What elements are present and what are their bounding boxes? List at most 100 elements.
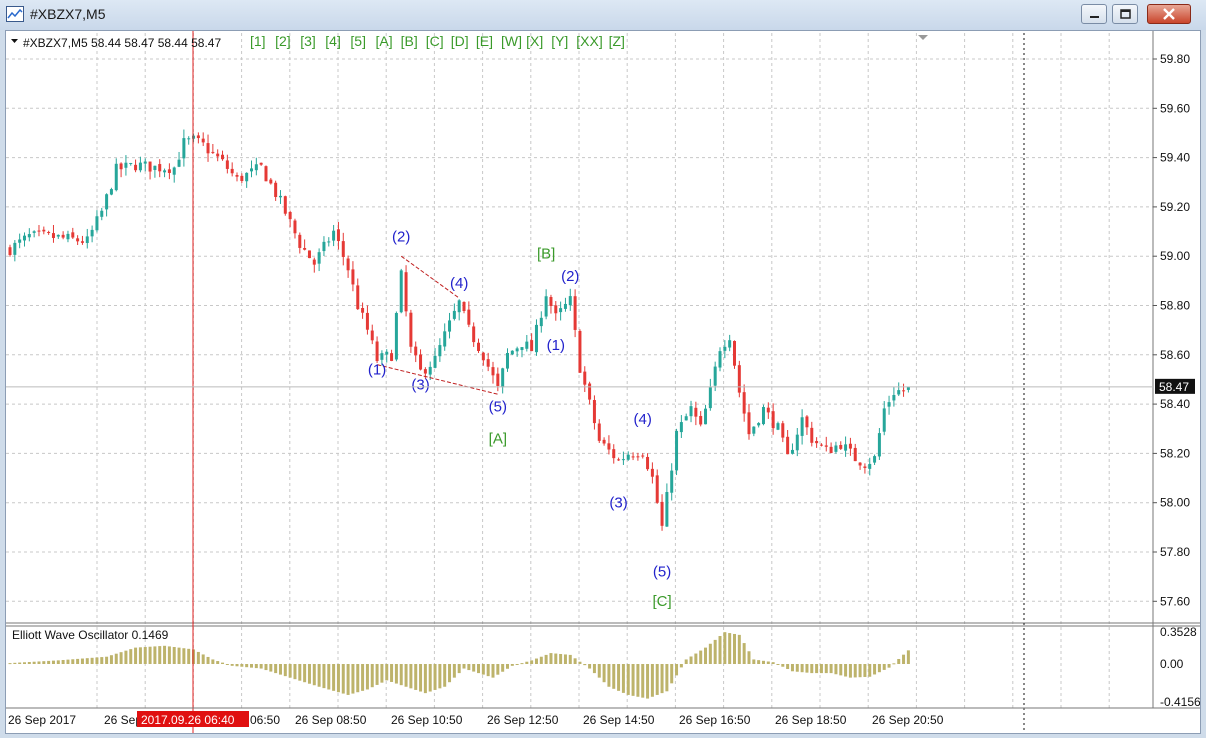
candle-body — [858, 462, 862, 466]
minimize-button[interactable] — [1081, 4, 1107, 24]
crosshair-date-marker: 2017.09.26 06:40 — [137, 711, 249, 727]
chart-vertical-grid — [96, 33, 1110, 708]
candle-body — [708, 387, 712, 409]
wave-button[interactable]: [X] — [526, 33, 543, 49]
candle-body — [187, 138, 191, 140]
wave-button[interactable]: [3] — [300, 33, 316, 49]
oscillator-bar — [423, 664, 427, 694]
oscillator-bar — [37, 661, 41, 664]
oscillator-bar — [356, 664, 360, 693]
dropdown-triangle-icon[interactable] — [11, 39, 18, 43]
candle-body — [409, 312, 413, 347]
candle-body — [361, 308, 365, 313]
candle-body — [221, 154, 225, 160]
wave-button[interactable]: [4] — [325, 33, 341, 49]
candle-body — [27, 234, 31, 238]
candle-body — [230, 168, 234, 174]
oscillator-bar — [167, 646, 171, 664]
candle-body — [95, 216, 99, 231]
oscillator-bar — [80, 658, 84, 664]
oscillator-bar — [815, 664, 819, 674]
candle-body — [163, 170, 167, 173]
candle-body — [90, 229, 94, 237]
candle-body — [863, 466, 867, 468]
oscillator-bar — [163, 645, 167, 664]
candle-body — [573, 296, 577, 330]
candlestick-series — [8, 129, 910, 531]
candle-body — [138, 162, 142, 171]
current-price-label: 58.47 — [1159, 380, 1189, 394]
wave-label: (2) — [392, 228, 410, 245]
oscillator-bar — [216, 661, 220, 664]
oscillator-bar — [742, 643, 746, 664]
candle-body — [404, 272, 408, 312]
oscillator-bar — [723, 632, 727, 664]
candle-body — [13, 242, 17, 255]
candle-body — [167, 169, 171, 173]
candle-body — [728, 340, 732, 348]
oscillator-bar — [124, 650, 128, 664]
wave-button[interactable]: [B] — [401, 33, 418, 49]
chart-window[interactable]: (2) (4) (1) (3) (5) [A] [B] (2) (1) (4) (3) (5) [C] … — [5, 30, 1201, 734]
oscillator-bar — [829, 664, 833, 674]
wave-button[interactable]: [2] — [275, 33, 291, 49]
candle-body — [848, 443, 852, 449]
candle-body — [761, 406, 765, 425]
oscillator-bar — [187, 648, 191, 664]
oscillator-bar — [728, 633, 732, 664]
candle-body — [211, 151, 215, 153]
candle-body — [887, 402, 891, 407]
wave-button[interactable]: [5] — [350, 33, 366, 49]
oscillator-bar — [332, 664, 336, 691]
window-titlebar[interactable]: #XBZX7,M5 — [0, 0, 1206, 30]
wave-button[interactable]: [W] — [501, 33, 522, 49]
candle-body — [752, 426, 756, 434]
candle-body — [699, 415, 703, 425]
restore-icon — [1120, 9, 1131, 19]
oscillator-bar — [718, 636, 722, 664]
candle-body — [544, 296, 548, 317]
oscillator-bar — [733, 633, 736, 664]
oscillator-bar — [221, 662, 225, 664]
candle-body — [829, 446, 833, 454]
price-chart[interactable]: (2)(4)(1)(3)(5)[A][B](2)(1)(4)(3)(5)[C] … — [6, 31, 1201, 733]
oscillator-bar — [153, 646, 157, 664]
candle-body — [655, 475, 659, 503]
oscillator-bar — [704, 647, 708, 664]
oscillator-bar — [660, 664, 664, 694]
oscillator-bar — [839, 664, 843, 676]
oscillator-bar — [42, 661, 46, 664]
wave-button-bar[interactable]: [1] [2] [3] [4] [5] [A] [B] [C] [D] [E] [W] [X] [Y] [… — [250, 33, 625, 49]
oscillator-tick-label: 0.00 — [1160, 657, 1184, 671]
oscillator-bar — [66, 659, 70, 664]
close-button[interactable] — [1147, 4, 1191, 24]
candle-body — [192, 135, 196, 139]
time-tick-label: 26 Sep 2017 — [8, 713, 76, 727]
oscillator-bar — [573, 658, 577, 664]
price-tick-label: 58.80 — [1160, 299, 1190, 313]
candle-body — [617, 459, 621, 461]
restore-button[interactable] — [1112, 4, 1138, 24]
candle-body — [607, 443, 611, 450]
wave-button[interactable]: [C] — [426, 33, 444, 49]
oscillator-bar — [597, 664, 601, 678]
wave-button[interactable]: [D] — [451, 33, 469, 49]
oscillator-bar — [559, 653, 563, 664]
oscillator-bar — [148, 646, 152, 664]
candle-body — [8, 247, 12, 255]
wave-button[interactable]: [XX] — [576, 33, 602, 49]
oscillator-bar — [873, 664, 877, 675]
oscillator-bar — [510, 664, 514, 666]
wave-button[interactable]: [Z] — [609, 33, 625, 49]
wave-button[interactable]: [Y] — [551, 33, 568, 49]
candle-body — [675, 430, 679, 471]
chart-shift-marker-icon[interactable] — [918, 35, 928, 40]
wave-button[interactable]: [1] — [250, 33, 266, 49]
oscillator-bar — [433, 664, 437, 690]
wave-button[interactable]: [A] — [376, 33, 393, 49]
time-tick-label: 26 Sep 20:50 — [872, 713, 944, 727]
wave-button[interactable]: [E] — [476, 33, 493, 49]
oscillator-bar — [283, 664, 287, 677]
oscillator-bar — [409, 664, 413, 689]
oscillator-bar — [583, 664, 587, 666]
